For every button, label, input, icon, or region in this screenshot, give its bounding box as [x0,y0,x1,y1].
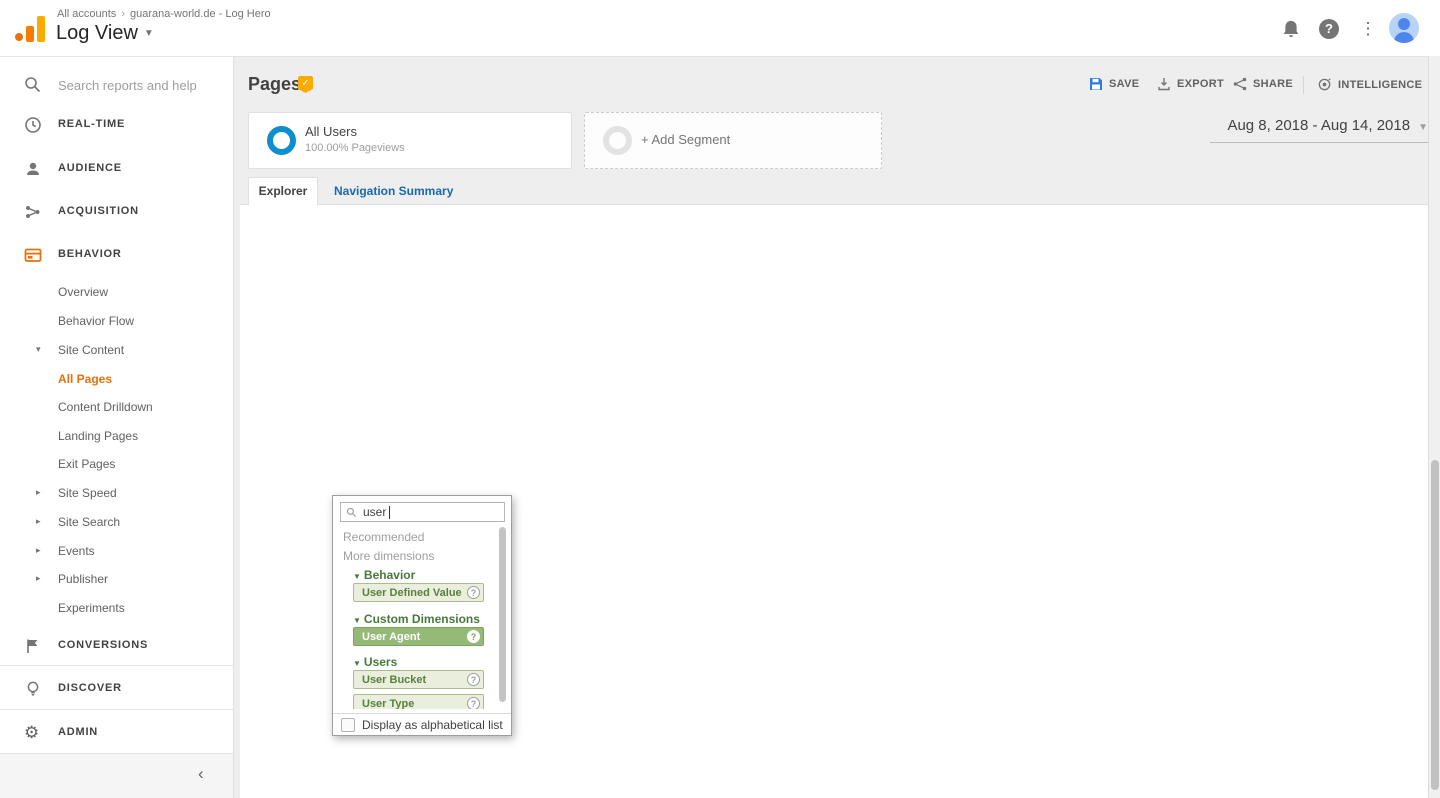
text-cursor [389,506,390,519]
dimension-list: Recommended More dimensions ▼Behavior Us… [334,525,496,709]
breadcrumb-separator-icon: › [121,8,125,20]
tab-explorer[interactable]: Explorer [248,177,318,205]
sidebar-item-publisher[interactable]: ▸Publisher [58,572,108,586]
help-icon[interactable]: ? [467,673,480,686]
search-icon [346,507,357,518]
ga-application: All accounts › guarana-world.de - Log Hero… [0,0,1440,798]
chevron-down-icon: ▼ [144,28,154,39]
notifications-bell-icon[interactable] [1281,19,1301,39]
segment-ring-icon [603,126,632,155]
gear-icon: ⚙ [24,724,39,742]
dropdown-footer: Display as alphabetical list [341,718,503,732]
window-scrollbar[interactable] [1428,56,1440,798]
date-range-picker[interactable]: Aug 8, 2018 - Aug 14, 2018▼ [1210,117,1428,143]
collapse-sidebar-icon[interactable]: ‹ [198,764,204,784]
segment-ring-icon [267,126,296,155]
chevron-down-icon: ▼ [353,616,361,625]
sidebar-item-discover[interactable]: DISCOVER [0,682,233,702]
dropdown-scrollbar[interactable] [499,527,506,702]
breadcrumb-all-accounts[interactable]: All accounts [57,8,116,20]
dimension-group-behavior[interactable]: ▼Behavior [353,568,415,582]
chevron-right-icon: ▸ [36,516,41,527]
flag-icon [24,637,42,655]
breadcrumb: All accounts › guarana-world.de - Log Hero [57,8,271,20]
acquisition-icon [24,203,42,221]
share-button[interactable]: SHARE [1233,77,1293,91]
dimension-search-input[interactable]: user [340,502,505,522]
chevron-down-icon: ▼ [353,572,361,581]
sidebar-item-content-drilldown[interactable]: Content Drilldown [58,400,153,414]
help-icon[interactable]: ? [467,697,480,709]
more-menu-icon[interactable]: ⋮ [1358,19,1378,39]
divider [1303,76,1304,94]
segment-all-users[interactable]: All Users 100.00% Pageviews [248,112,572,169]
sidebar-item-overview[interactable]: Overview [58,285,108,299]
dimension-chip-user-defined-value[interactable]: User Defined Value? [353,583,484,602]
help-icon[interactable]: ? [1319,19,1339,39]
sidebar-item-site-speed[interactable]: ▸Site Speed [58,486,117,500]
divider [0,665,233,666]
chevron-right-icon: ▸ [36,487,41,498]
dimension-chip-user-type[interactable]: User Type? [353,694,484,709]
chevron-down-icon: ▼ [353,659,361,668]
divider [333,713,511,714]
save-button[interactable]: SAVE [1089,77,1139,91]
breadcrumb-property[interactable]: guarana-world.de - Log Hero [130,8,271,20]
view-title: Log View [56,22,138,44]
sidebar-item-admin[interactable]: ⚙ ADMIN [0,726,233,746]
sidebar-item-audience[interactable]: AUDIENCE [0,162,233,182]
sidebar-item-all-pages[interactable]: All Pages [58,372,112,386]
share-icon [1233,77,1247,91]
dimension-chip-user-bucket[interactable]: User Bucket? [353,670,484,689]
alphabetical-list-checkbox[interactable] [341,718,355,732]
list-header-recommended: Recommended [343,530,424,544]
view-selector[interactable]: Log View ▼ [56,22,154,45]
sidebar-item-acquisition[interactable]: ACQUISITION [0,205,233,225]
sidebar-search-input[interactable]: Search reports and help [58,78,197,93]
intelligence-icon [1317,77,1332,92]
save-icon [1089,77,1103,91]
add-segment-button[interactable]: + Add Segment [584,112,882,169]
help-icon[interactable]: ? [467,586,480,599]
export-button[interactable]: EXPORT [1157,77,1224,91]
sidebar-item-realtime[interactable]: REAL-TIME [0,118,233,138]
dimension-chip-user-agent[interactable]: User Agent? [353,627,484,646]
intelligence-button[interactable]: INTELLIGENCE [1317,77,1422,92]
chevron-right-icon: ▸ [36,545,41,556]
divider [0,709,233,710]
top-bar: All accounts › guarana-world.de - Log Hero… [0,0,1440,57]
dimension-group-custom-dimensions[interactable]: ▼Custom Dimensions [353,612,480,626]
chevron-down-icon: ▼ [1418,122,1428,133]
sidebar-item-behavior-flow[interactable]: Behavior Flow [58,314,134,328]
person-icon [24,160,42,178]
dimension-group-users[interactable]: ▼Users [353,655,397,669]
page-title: Pages [248,74,301,95]
chevron-right-icon: ▸ [36,573,41,584]
sidebar-item-exit-pages[interactable]: Exit Pages [58,457,115,471]
help-icon[interactable]: ? [467,630,480,643]
secondary-dimension-dropdown: user Recommended More dimensions ▼Behavi… [332,495,512,736]
search-icon [24,76,41,93]
sidebar-item-behavior[interactable]: BEHAVIOR [0,248,233,268]
sidebar-item-conversions[interactable]: CONVERSIONS [0,639,233,659]
chevron-down-icon: ▾ [36,344,41,355]
sidebar-item-site-search[interactable]: ▸Site Search [58,515,120,529]
sidebar: Search reports and help REAL-TIME AUDIEN… [0,56,234,798]
clock-icon [24,116,42,134]
lightbulb-icon [24,680,42,698]
tab-navigation-summary[interactable]: Navigation Summary [334,184,453,198]
behavior-icon [24,246,42,264]
user-avatar[interactable] [1389,13,1419,43]
scrollbar-thumb[interactable] [1431,460,1439,790]
list-header-more-dimensions: More dimensions [343,549,434,563]
analytics-logo-icon[interactable] [15,14,45,42]
sidebar-item-experiments[interactable]: Experiments [58,601,125,615]
sidebar-item-events[interactable]: ▸Events [58,544,95,558]
sidebar-item-site-content[interactable]: ▾Site Content [58,343,124,357]
download-icon [1157,77,1171,91]
sidebar-item-landing-pages[interactable]: Landing Pages [58,429,138,443]
